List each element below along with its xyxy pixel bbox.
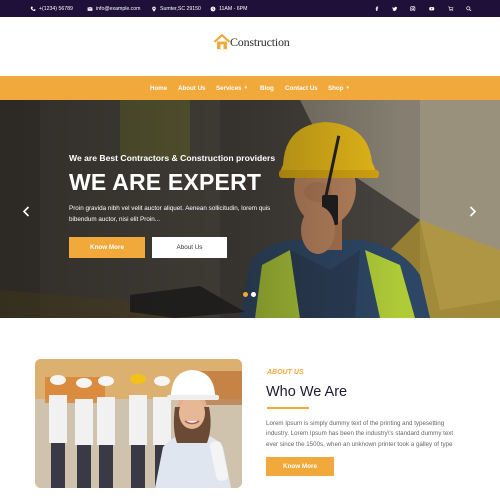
about-description: Lorem Ipsum is simply dummy text of the …	[266, 420, 454, 448]
nav-item-label: Home	[150, 84, 168, 92]
cart-icon[interactable]	[446, 0, 456, 17]
hero-slider: We are Best Contractors & Construction p…	[0, 100, 500, 318]
chevron-left-icon	[22, 205, 30, 217]
hero-about-us-button[interactable]: About Us	[152, 237, 227, 258]
youtube-icon[interactable]	[427, 0, 437, 17]
hours-info: 11AM - 6PM	[210, 0, 247, 17]
slider-next-arrow[interactable]	[468, 204, 478, 218]
logo-text: Construction	[230, 34, 290, 49]
facebook-icon[interactable]	[372, 0, 382, 17]
twitter-icon[interactable]	[390, 0, 400, 17]
phone-icon	[30, 6, 36, 11]
location-info: Sumter,SC 29150	[151, 0, 201, 17]
chevron-right-icon	[469, 205, 477, 217]
site-logo[interactable]: Construction	[213, 32, 290, 52]
phone-text: +(1234) 56789	[39, 5, 73, 12]
nav-item-home[interactable]: Home	[150, 76, 167, 100]
slider-prev-arrow[interactable]	[21, 204, 31, 218]
nav-item-shop[interactable]: Shop ▾	[328, 76, 349, 100]
site-header: Construction	[0, 17, 500, 76]
hero-title: WE ARE EXPERT	[69, 169, 262, 195]
envelope-icon	[87, 6, 93, 11]
hero-know-more-button[interactable]: Know More	[69, 237, 145, 258]
house-logo-icon	[213, 33, 231, 50]
search-icon[interactable]	[464, 0, 474, 17]
chevron-down-icon: ▾	[346, 85, 349, 91]
nav-item-label: About Us	[178, 84, 206, 92]
nav-item-services[interactable]: Services ▾	[216, 76, 247, 100]
about-know-more-button[interactable]: Know More	[266, 457, 334, 476]
about-title: Who We Are	[266, 384, 348, 400]
nav-item-label: Blog	[260, 84, 274, 92]
hero-description: Proin gravida nibh vel velit auctor aliq…	[69, 205, 271, 223]
slider-dot-active[interactable]	[243, 292, 248, 297]
nav-item-label: Contact Us	[285, 84, 318, 92]
nav-item-contact-us[interactable]: Contact Us	[285, 76, 318, 100]
map-pin-icon	[152, 6, 156, 12]
nav-item-label: Services	[216, 84, 242, 92]
nav-item-blog[interactable]: Blog	[260, 76, 274, 100]
slider-pagination	[243, 292, 256, 297]
email-info[interactable]: info@example.com	[87, 0, 140, 17]
about-team-image	[35, 359, 242, 488]
title-underline	[267, 407, 309, 409]
slider-dot[interactable]	[251, 292, 256, 297]
hero-subtitle: We are Best Contractors & Construction p…	[69, 153, 276, 163]
clock-icon	[210, 6, 216, 11]
nav-item-label: Shop	[328, 84, 344, 92]
chevron-down-icon: ▾	[244, 85, 247, 91]
main-navigation: Home About Us Services ▾ Blog Contact Us …	[0, 76, 500, 100]
email-text: info@example.com	[96, 5, 141, 12]
location-text: Sumter,SC 29150	[160, 5, 201, 12]
instagram-icon[interactable]	[408, 0, 418, 17]
top-bar: +(1234) 56789 info@example.com Sumter,SC…	[0, 0, 500, 17]
phone-info[interactable]: +(1234) 56789	[30, 0, 73, 17]
about-eyebrow: ABOUT US	[267, 369, 304, 376]
nav-item-about-us[interactable]: About Us	[178, 76, 206, 100]
hours-text: 11AM - 6PM	[219, 5, 248, 12]
